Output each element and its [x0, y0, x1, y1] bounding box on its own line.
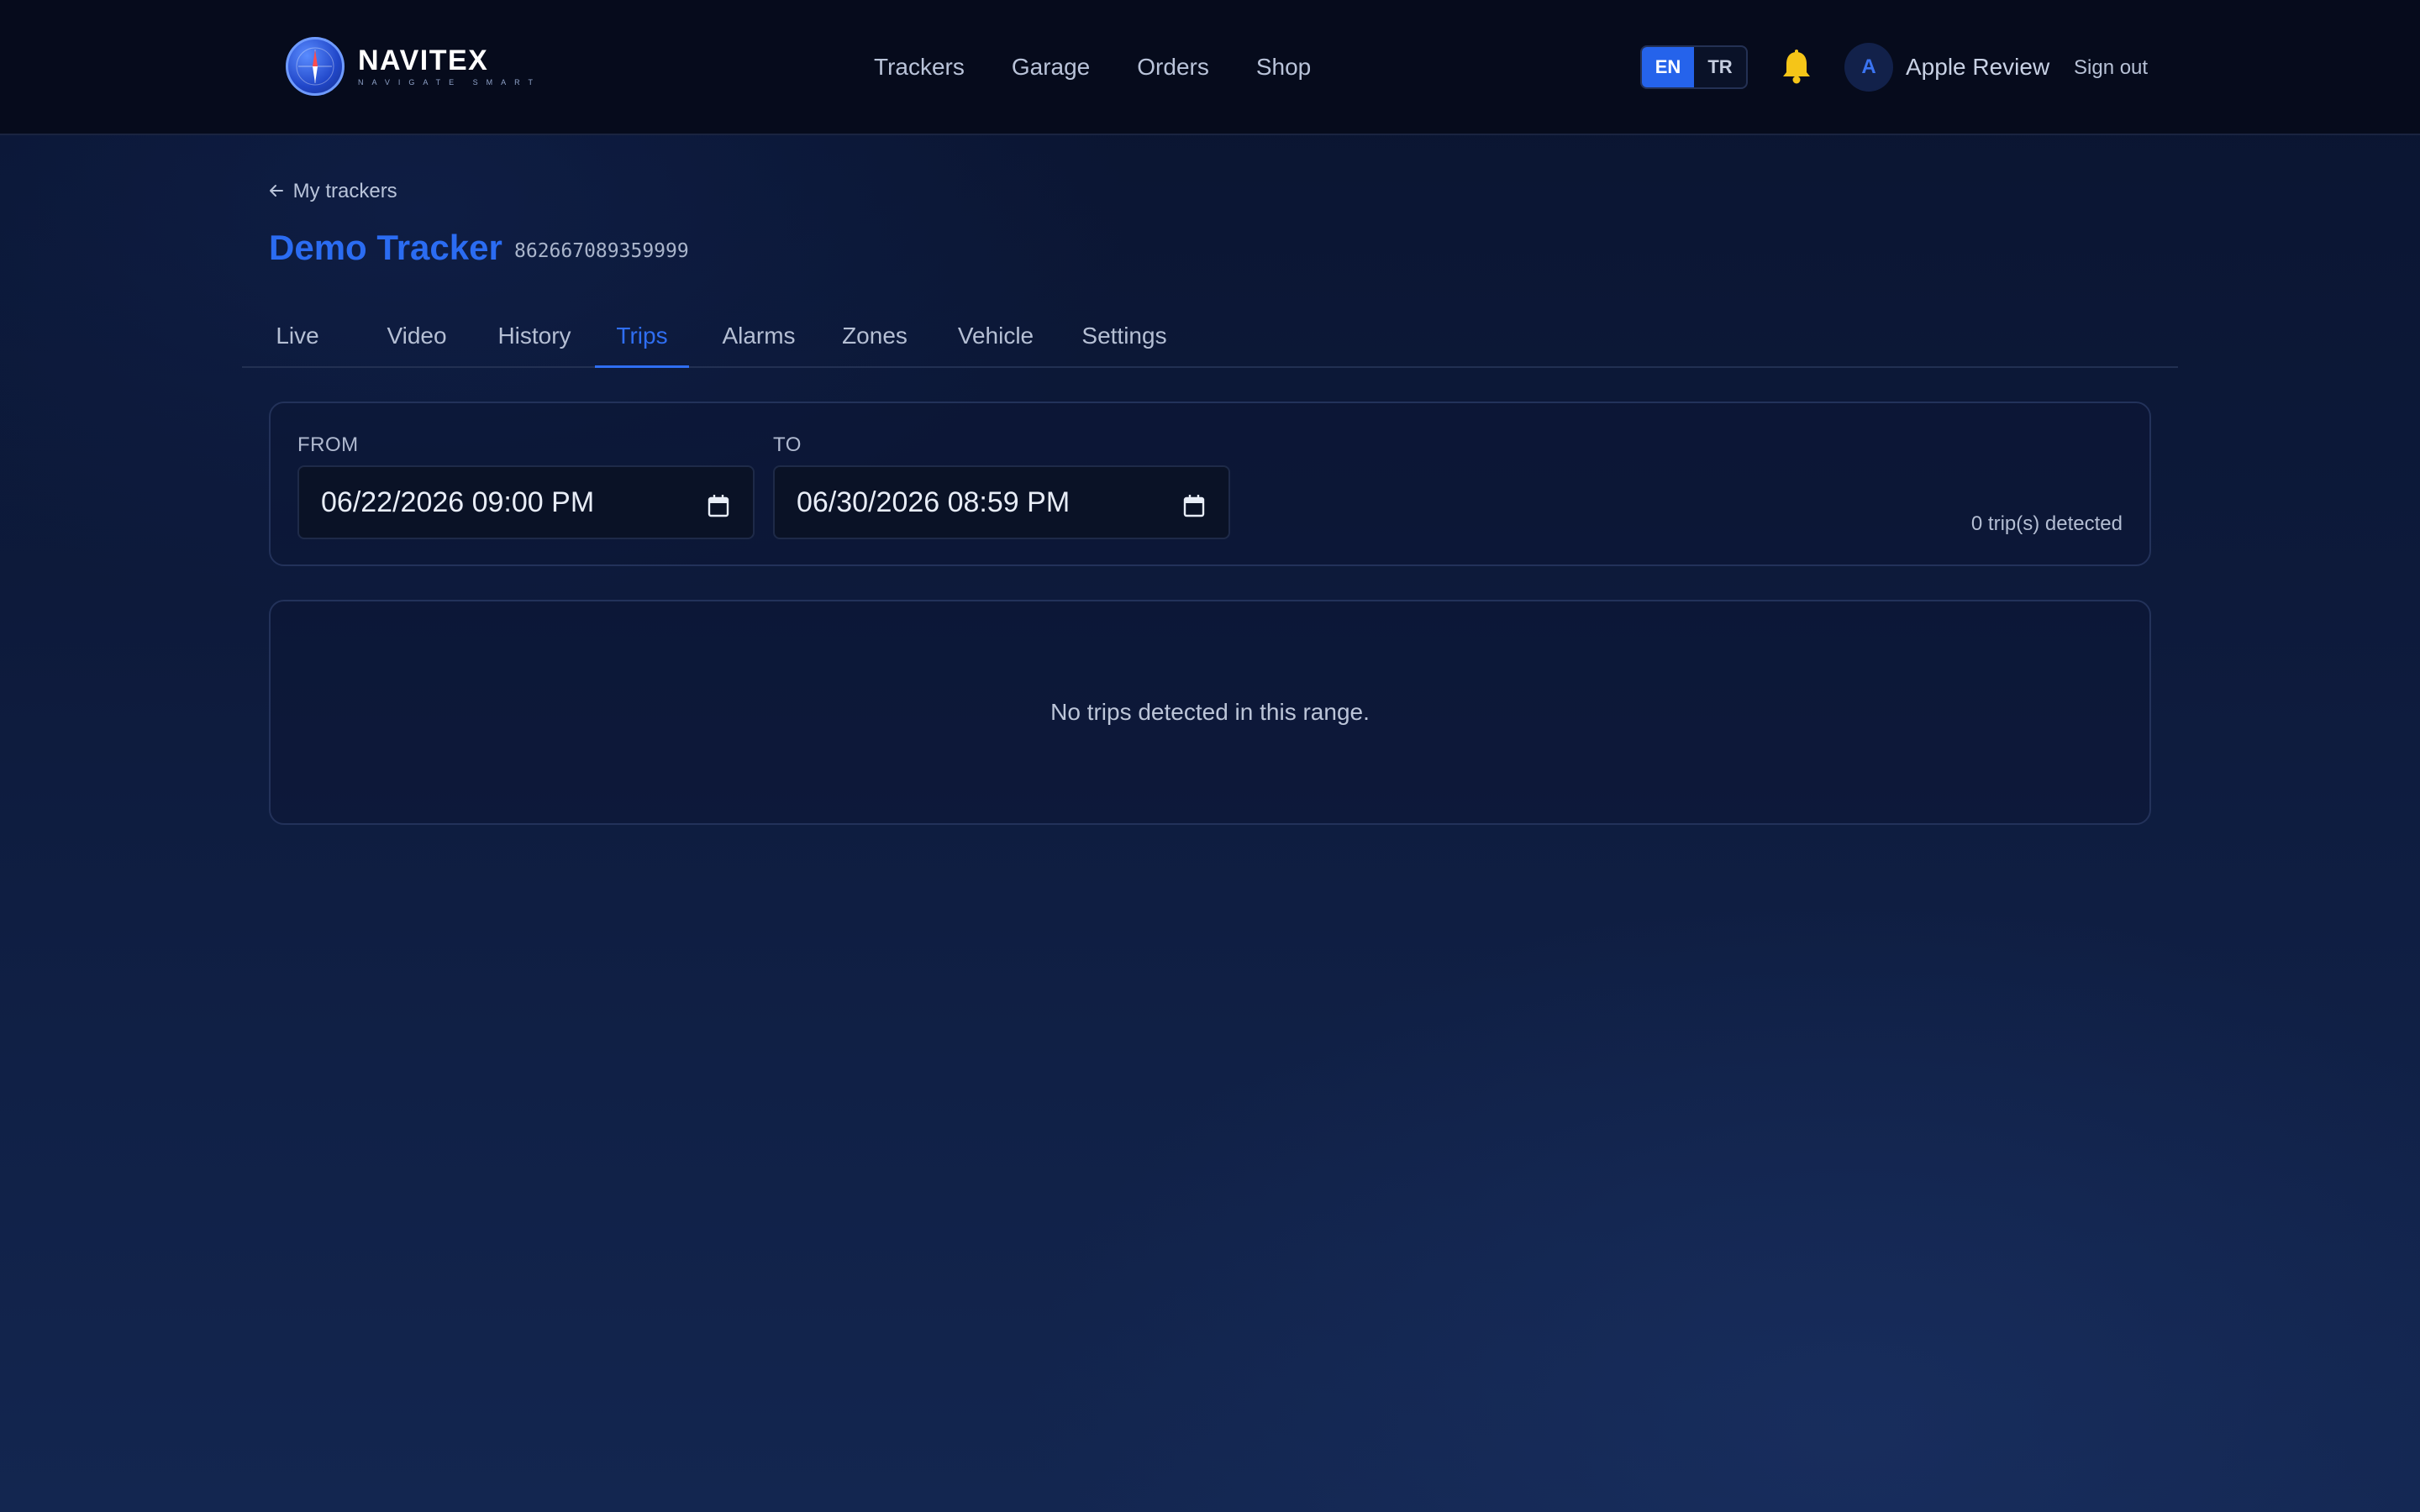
tab-alarms[interactable]: Alarms — [714, 321, 803, 368]
tracker-tabs: Live Video History Trips Alarms Zones Ve… — [242, 311, 2178, 368]
back-link[interactable]: My trackers — [269, 180, 397, 203]
tab-history[interactable]: History — [489, 321, 580, 368]
compass-icon — [286, 37, 345, 96]
top-navigation-bar: NAVITEX NAVIGATE SMART Trackers Garage O… — [0, 0, 2420, 135]
nav-shop[interactable]: Shop — [1256, 52, 1311, 82]
language-switcher: EN TR — [1640, 45, 1748, 89]
back-link-label: My trackers — [292, 180, 397, 202]
nav-orders[interactable]: Orders — [1137, 52, 1209, 82]
bell-icon[interactable] — [1780, 49, 1813, 86]
brand-logo[interactable]: NAVITEX NAVIGATE SMART — [286, 37, 541, 96]
from-datetime-input[interactable]: 06/22/2026 09:00 PM — [297, 465, 755, 539]
main-nav: Trackers Garage Orders Shop — [874, 52, 1358, 82]
lang-en-button[interactable]: EN — [1642, 47, 1694, 87]
calendar-icon[interactable] — [708, 492, 729, 517]
tab-settings[interactable]: Settings — [1076, 321, 1173, 368]
brand-tagline: NAVIGATE SMART — [358, 78, 542, 87]
sign-out-link[interactable]: Sign out — [2074, 55, 2148, 81]
lang-tr-button[interactable]: TR — [1694, 47, 1746, 87]
to-datetime-input[interactable]: 06/30/2026 08:59 PM — [773, 465, 1230, 539]
arrow-left-icon — [269, 180, 290, 202]
tab-vehicle[interactable]: Vehicle — [950, 321, 1042, 368]
device-imei: 862667089359999 — [514, 240, 689, 262]
to-datetime-value: 06/30/2026 08:59 PM — [797, 486, 1071, 518]
avatar[interactable]: A — [1844, 43, 1893, 92]
tab-trips[interactable]: Trips — [595, 321, 689, 368]
user-name[interactable]: Apple Review — [1906, 52, 2049, 82]
tab-zones[interactable]: Zones — [835, 321, 914, 368]
from-label: FROM — [297, 433, 359, 456]
tab-live[interactable]: Live — [269, 321, 326, 368]
page-title: Demo Tracker — [269, 228, 502, 267]
calendar-icon[interactable] — [1183, 492, 1205, 517]
nav-garage[interactable]: Garage — [1012, 52, 1090, 82]
to-label: TO — [773, 433, 802, 456]
brand-name: NAVITEX — [358, 45, 489, 76]
trip-count: 0 trip(s) detected — [1970, 512, 2123, 535]
date-range-filter: FROM 06/22/2026 09:00 PM TO 06/30/2026 0… — [269, 402, 2151, 566]
nav-trackers[interactable]: Trackers — [874, 52, 965, 82]
tab-video[interactable]: Video — [380, 321, 454, 368]
empty-state-message: No trips detected in this range. — [1050, 699, 1370, 725]
from-datetime-value: 06/22/2026 09:00 PM — [321, 486, 595, 518]
trips-results-panel: No trips detected in this range. — [269, 600, 2151, 825]
